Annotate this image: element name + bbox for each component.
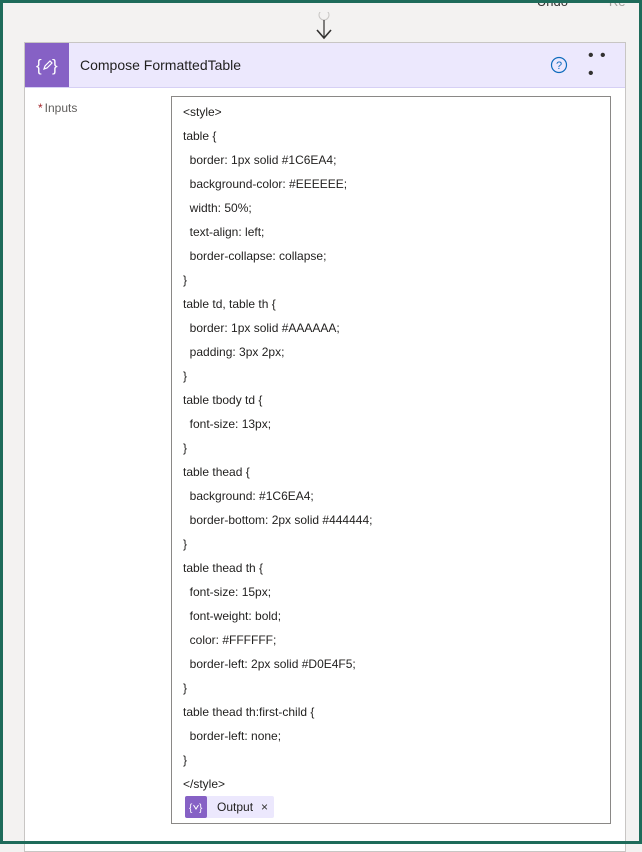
help-button[interactable]: ? (550, 56, 568, 74)
code-line: } (183, 681, 188, 695)
code-line: border-bottom: 2px solid #444444; (183, 513, 373, 527)
undo-button[interactable]: ↶ Undo (522, 0, 568, 9)
ellipsis-icon: • • • (588, 47, 607, 82)
svg-text:{: { (189, 803, 193, 814)
code-line: font-weight: bold; (183, 609, 282, 623)
inputs-label-text: Inputs (44, 101, 78, 115)
code-line: font-size: 13px; (183, 417, 272, 431)
code-line: table td, table th { (183, 297, 276, 311)
code-line: table { (183, 129, 217, 143)
code-line: table tbody td { (183, 393, 263, 407)
required-marker: * (38, 101, 43, 115)
compose-icon: { } (25, 43, 69, 87)
code-line: color: #FFFFFF; (183, 633, 277, 647)
inputs-label: * Inputs (38, 101, 77, 115)
code-line: border-collapse: collapse; (183, 249, 327, 263)
undo-label: Undo (536, 0, 568, 9)
more-options-button[interactable]: • • • (588, 47, 616, 82)
action-title: Compose FormattedTable (80, 57, 242, 73)
code-line: border-left: 2px solid #D0E4F5; (183, 657, 356, 671)
code-line: table thead { (183, 465, 250, 479)
code-line: table thead th { (183, 561, 264, 575)
redo-label: Re (608, 0, 626, 9)
code-line: } (183, 273, 188, 287)
action-header[interactable]: { } Compose FormattedTable ? • • • (25, 43, 625, 88)
redo-icon: ↷ (594, 0, 605, 8)
code-line: } (183, 537, 188, 551)
code-line: border-left: none; (183, 729, 282, 743)
code-line: background: #1C6EA4; (183, 489, 314, 503)
code-line: text-align: left; (183, 225, 265, 239)
code-line: padding: 3px 2px; (183, 345, 285, 359)
code-line: border: 1px solid #AAAAAA; (183, 321, 340, 335)
code-line: } (183, 369, 188, 383)
undo-icon: ↶ (522, 0, 533, 8)
svg-text:}: } (52, 56, 58, 75)
inputs-editor[interactable]: <style> table { border: 1px solid #1C6EA… (171, 96, 611, 824)
code-line: <style> (183, 105, 222, 119)
flow-connector-arrow (316, 12, 332, 40)
code-line: font-size: 15px; (183, 585, 272, 599)
remove-token-icon[interactable]: × (261, 800, 268, 814)
svg-text:{: { (36, 56, 42, 75)
code-line: table thead th:first-child { (183, 705, 315, 719)
token-label: Output (217, 800, 254, 814)
code-line: border: 1px solid #1C6EA4; (183, 153, 337, 167)
code-line: width: 50%; (183, 201, 252, 215)
code-line: background-color: #EEEEEE; (183, 177, 348, 191)
svg-text:?: ? (556, 60, 562, 72)
svg-text:}: } (199, 803, 203, 814)
compose-action-card: { } Compose FormattedTable ? • • • * Inpu… (24, 42, 626, 852)
code-line: } (183, 753, 188, 767)
expression-icon: { } (185, 796, 207, 818)
output-token[interactable]: { } Output × (185, 796, 275, 818)
code-lines: <style> table { border: 1px solid #1C6EA… (183, 103, 372, 799)
redo-button[interactable]: ↷ Re (594, 0, 626, 9)
code-line: } (183, 441, 188, 455)
help-icon: ? (550, 56, 568, 74)
